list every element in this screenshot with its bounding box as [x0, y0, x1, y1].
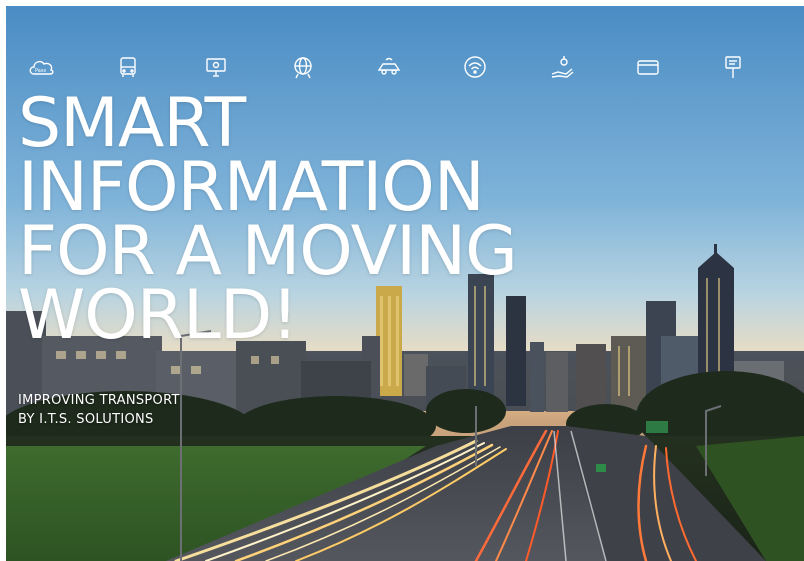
headline-line-2: INFORMATION [18, 148, 485, 227]
headline-line-4: WORLD! [18, 276, 299, 355]
cloud-icon-label: Pass [35, 68, 46, 74]
hand-service-icon [545, 50, 579, 84]
bus-icon [111, 50, 145, 84]
globe-network-icon [286, 50, 320, 84]
card-icon [631, 50, 665, 84]
monitor-settings-icon [199, 50, 233, 84]
cloud-icon: Pass [25, 50, 59, 84]
tagline: IMPROVING TRANSPORT BY I.T.S. SOLUTIONS [18, 391, 180, 429]
tagline-line-1: IMPROVING TRANSPORT [18, 393, 180, 408]
service-icon-row: Pass [6, 50, 804, 86]
tagline-line-2: BY I.T.S. SOLUTIONS [18, 412, 154, 427]
vehicle-tracking-icon [372, 50, 406, 84]
hero-banner: Pass SMART INFORMATION FOR A MOVING WORL… [6, 6, 804, 561]
wifi-icon [458, 50, 492, 84]
headline-line-3: FOR A MOVING [18, 212, 518, 291]
sign-post-icon [716, 50, 750, 84]
headline: SMART INFORMATION FOR A MOVING WORLD! [18, 84, 518, 355]
headline-line-1: SMART [18, 84, 246, 163]
